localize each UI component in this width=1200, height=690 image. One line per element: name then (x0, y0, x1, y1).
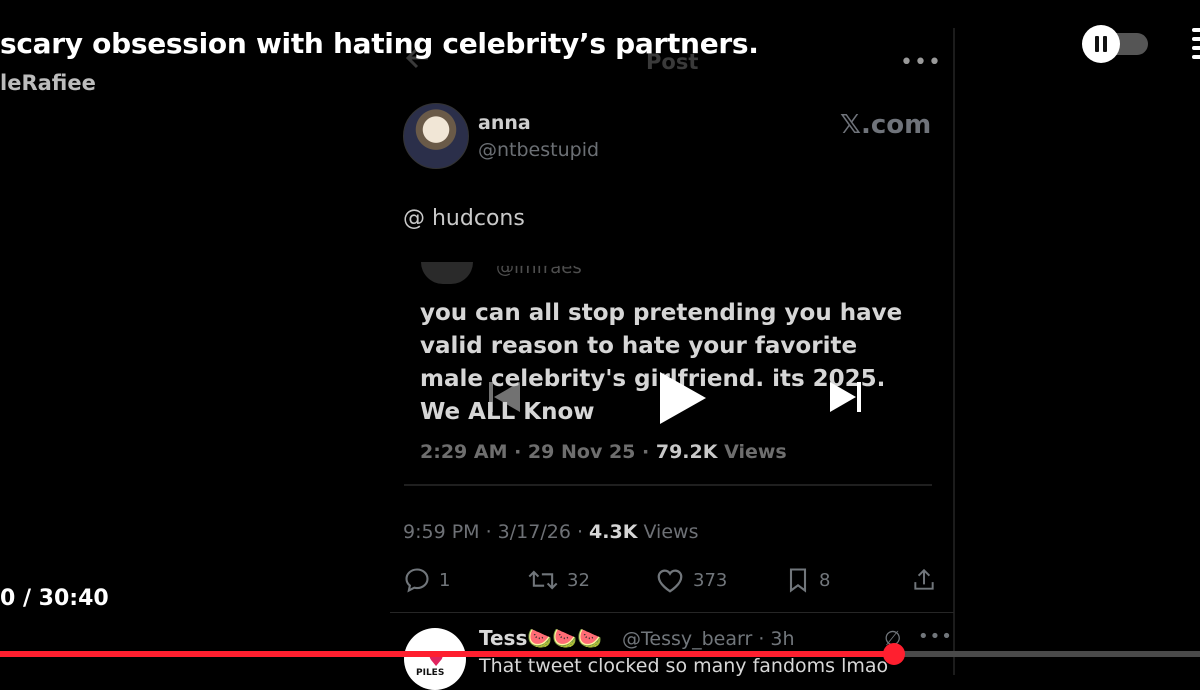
like-action: 373 (655, 566, 727, 594)
pause-icon (1082, 25, 1120, 63)
quoted-views-label: Views (717, 441, 787, 463)
post-views-count: 4.3K (589, 521, 638, 543)
share-icon (914, 568, 934, 590)
bookmark-action: 8 (785, 566, 830, 594)
reply-icon (405, 568, 429, 593)
quoted-meta-prefix: 2:29 AM · 29 Nov 25 · (420, 441, 656, 463)
time-display: 0 / 30:40 (0, 586, 109, 611)
next-icon (830, 382, 861, 412)
share-action (911, 566, 937, 594)
quoted-meta: 2:29 AM · 29 Nov 25 · 79.2K Views (420, 441, 787, 463)
reply-avatar-text: PILES (416, 668, 445, 678)
channel-name[interactable]: leRafiee (0, 71, 96, 95)
frame-divider (953, 28, 955, 675)
source-watermark: 𝕏.com (840, 110, 932, 140)
play-icon (660, 372, 706, 424)
author-avatar (403, 103, 469, 169)
reply-count: 1 (439, 569, 451, 591)
reply-author-name: Tess🍉🍉🍉 (479, 626, 603, 650)
autoplay-toggle[interactable] (1082, 25, 1150, 63)
author-name: anna (478, 112, 531, 134)
menu-icon[interactable] (1192, 28, 1200, 62)
quoted-views-count: 79.2K (655, 441, 718, 463)
repost-count: 32 (567, 569, 590, 591)
more-options-icon: ••• (900, 50, 942, 75)
author-handle: @ntbestupid (478, 139, 600, 161)
like-count: 373 (693, 569, 728, 591)
video-title: scary obsession with hating celebrity’s … (0, 27, 759, 60)
repost-icon (528, 570, 558, 590)
previous-button[interactable] (484, 378, 524, 416)
reply-more-icon: ••• (918, 626, 953, 647)
reply-author-handle: @Tessy_bearr · 3h (622, 628, 795, 650)
bookmark-count: 8 (819, 569, 831, 591)
post-actions: 1 32 373 8 (403, 566, 943, 598)
reply-text: That tweet clocked so many fandoms lmao (479, 655, 889, 677)
repost-action: 32 (527, 566, 590, 594)
previous-icon (489, 382, 520, 412)
heart-icon (657, 569, 683, 593)
post-meta-prefix: 9:59 PM · 3/17/26 · (403, 521, 590, 543)
reply-action: 1 (403, 566, 450, 594)
post-meta: 9:59 PM · 3/17/26 · 4.3K Views (403, 521, 698, 543)
play-button[interactable] (652, 368, 712, 428)
scrubber-handle[interactable] (883, 643, 905, 665)
reply-avatar: ♥ PILES (404, 628, 466, 690)
divider (390, 612, 954, 613)
progress-played (0, 651, 894, 657)
post-views-label: Views (637, 521, 699, 543)
progress-bar[interactable] (0, 643, 1200, 665)
post-text: @ hudcons (403, 206, 525, 231)
next-button[interactable] (826, 378, 866, 416)
bookmark-icon (789, 568, 807, 593)
